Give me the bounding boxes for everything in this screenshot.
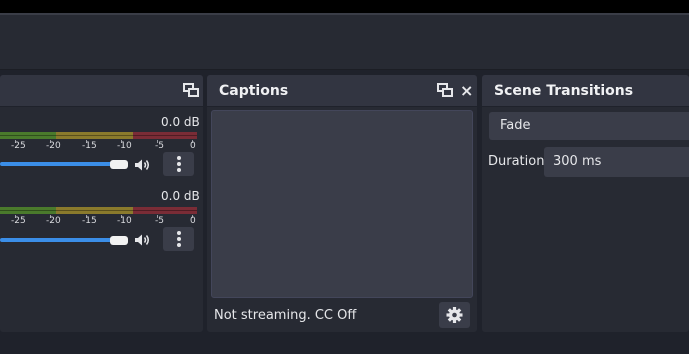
captions-title: Captions — [219, 83, 289, 99]
duration-input[interactable]: 300 ms — [544, 147, 689, 177]
volume-icon[interactable] — [134, 233, 152, 247]
tick-label: 0 — [190, 141, 196, 151]
gear-icon — [446, 307, 463, 323]
captions-titlebar: Captions × — [207, 75, 477, 107]
channel-1-menu-button[interactable] — [163, 152, 194, 176]
transition-select[interactable]: Fade — [489, 112, 689, 140]
scene-transitions-dock: Scene Transitions Fade Duration 300 ms — [482, 75, 689, 332]
tick-label: -25 — [11, 141, 26, 151]
toolbar-band — [0, 15, 689, 70]
tick-label: -20 — [46, 141, 61, 151]
top-bar — [0, 0, 689, 13]
close-icon[interactable]: × — [460, 83, 473, 99]
tick-label: -25 — [11, 216, 26, 226]
kebab-menu-icon — [177, 231, 181, 235]
tick-label: -20 — [46, 216, 61, 226]
channel-1-volume-slider[interactable] — [0, 162, 112, 166]
tick-label: -10 — [117, 216, 132, 226]
duration-label: Duration — [488, 154, 545, 169]
tick-label: 0 — [190, 216, 196, 226]
channel-1-slider-handle[interactable] — [110, 160, 128, 169]
kebab-menu-icon — [177, 156, 181, 160]
audio-mixer-titlebar — [0, 75, 203, 107]
channel-2-volume-slider[interactable] — [0, 238, 112, 242]
scene-transitions-title: Scene Transitions — [494, 83, 634, 99]
float-icon[interactable] — [183, 83, 200, 98]
captions-dock: Captions × Not streaming. CC Off — [207, 75, 477, 332]
channel-2-menu-button[interactable] — [163, 227, 194, 251]
captions-status: Not streaming. CC Off — [214, 308, 357, 323]
scene-transitions-titlebar: Scene Transitions — [482, 75, 689, 107]
volume-icon[interactable] — [134, 158, 152, 172]
captions-text-area — [211, 110, 473, 298]
tick-label: -5 — [155, 216, 164, 226]
channel-2-meter — [0, 207, 197, 214]
channel-2-slider-handle[interactable] — [110, 236, 128, 245]
tick-label: -15 — [82, 141, 97, 151]
channel-1-level: 0.0 dB — [161, 115, 200, 129]
channel-1-meter — [0, 132, 197, 139]
captions-settings-button[interactable] — [439, 302, 470, 328]
float-icon[interactable] — [437, 83, 454, 98]
tick-label: -5 — [155, 141, 164, 151]
channel-2-level: 0.0 dB — [161, 189, 200, 203]
tick-label: -10 — [117, 141, 132, 151]
tick-label: -15 — [82, 216, 97, 226]
audio-mixer-dock: 0.0 dB -25 -20 -15 -10 -5 0 0.0 dB -25 -… — [0, 75, 203, 332]
